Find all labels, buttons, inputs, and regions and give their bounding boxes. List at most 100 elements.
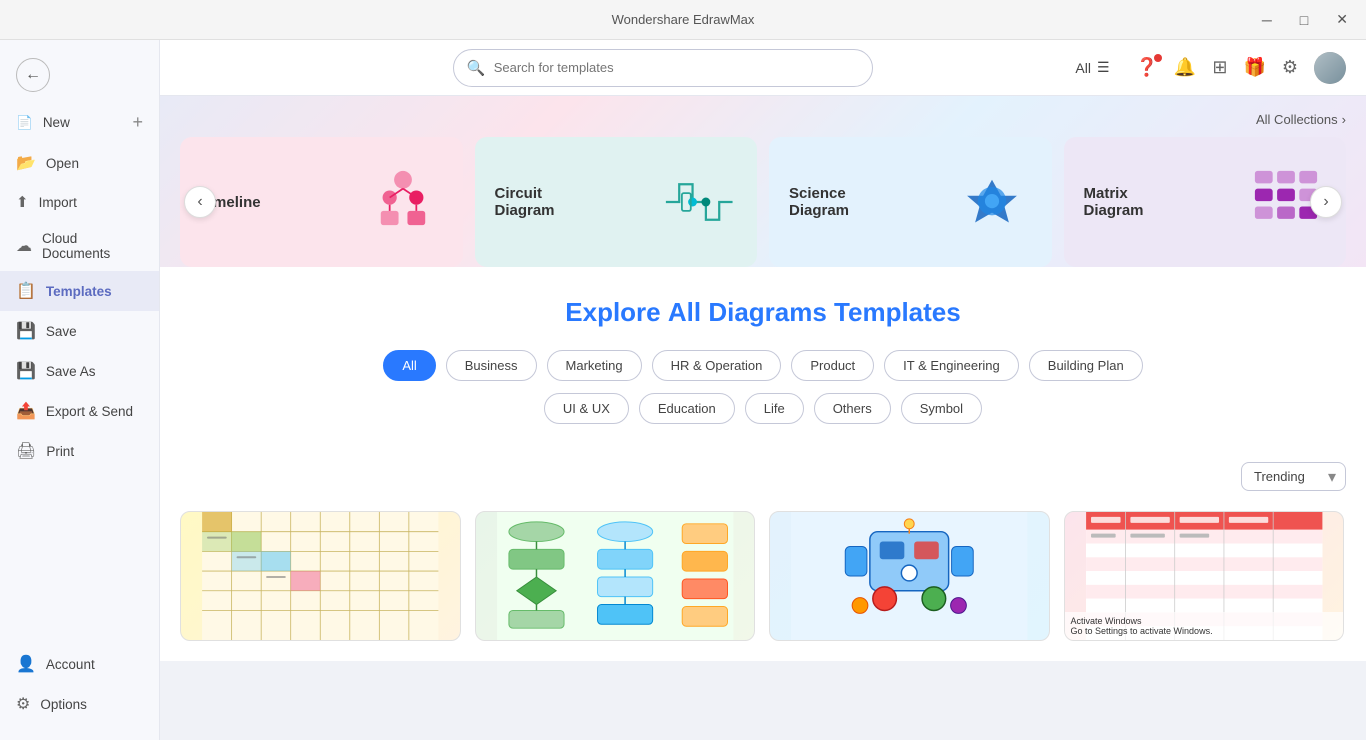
sidebar-spacer bbox=[0, 471, 159, 644]
account-label: Account bbox=[46, 657, 95, 672]
science-graphic bbox=[952, 162, 1032, 242]
sidebar-item-export[interactable]: 📤 Export & Send bbox=[0, 391, 159, 431]
bell-icon: 🔔 bbox=[1174, 57, 1196, 78]
all-collections-label: All Collections bbox=[1256, 112, 1338, 127]
filter-education[interactable]: Education bbox=[639, 393, 735, 424]
carousel-card-timeline[interactable]: Timeline bbox=[180, 137, 463, 267]
sort-wrapper: Trending Newest Most Used bbox=[1241, 462, 1346, 491]
notification-button[interactable]: 🔔 bbox=[1174, 57, 1196, 78]
print-label: Print bbox=[46, 444, 74, 459]
search-icon: 🔍 bbox=[467, 59, 486, 77]
back-button[interactable]: ← bbox=[0, 48, 159, 102]
template-card-2[interactable] bbox=[475, 511, 756, 641]
templates-icon: 📋 bbox=[16, 281, 36, 301]
open-icon: 📂 bbox=[16, 153, 36, 173]
help-button[interactable]: ❓ bbox=[1136, 57, 1158, 78]
save-label: Save bbox=[46, 324, 77, 339]
grid-icon: ⊞ bbox=[1212, 57, 1227, 78]
sidebar-item-templates[interactable]: 📋 Templates bbox=[0, 271, 159, 311]
template-card-1[interactable] bbox=[180, 511, 461, 641]
titlebar-title: Wondershare EdrawMax bbox=[612, 12, 755, 27]
sidebar-item-open[interactable]: 📂 Open bbox=[0, 143, 159, 183]
grid-button[interactable]: ⊞ bbox=[1212, 57, 1227, 78]
help-badge bbox=[1154, 54, 1162, 62]
sidebar-item-options[interactable]: ⚙ Options bbox=[0, 684, 159, 724]
search-bar: 🔍 bbox=[453, 49, 873, 87]
all-menu-button[interactable]: All ☰ bbox=[1065, 53, 1119, 82]
close-button[interactable]: ✕ bbox=[1330, 9, 1354, 30]
filter-all[interactable]: All bbox=[383, 350, 435, 381]
sidebar-bottom: 👤 Account ⚙ Options bbox=[0, 644, 159, 732]
maximize-button[interactable]: □ bbox=[1294, 9, 1314, 30]
print-icon: 🖨 bbox=[16, 441, 36, 461]
templates-label: Templates bbox=[46, 284, 112, 299]
templates-grid: Activate WindowsGo to Settings to activa… bbox=[160, 501, 1366, 661]
explore-section: Explore All Diagrams Templates All Busin… bbox=[160, 267, 1366, 452]
sidebar-item-save[interactable]: 💾 Save bbox=[0, 311, 159, 351]
sidebar-item-print[interactable]: 🖨 Print bbox=[0, 431, 159, 471]
filter-others[interactable]: Others bbox=[814, 393, 891, 424]
sidebar-item-cloud[interactable]: ☁ Cloud Documents bbox=[0, 221, 159, 271]
filter-hr[interactable]: HR & Operation bbox=[652, 350, 782, 381]
hero-section: All Collections › ‹ Timeline bbox=[160, 96, 1366, 267]
filter-uiux[interactable]: UI & UX bbox=[544, 393, 629, 424]
sidebar-item-import[interactable]: ⬆ Import bbox=[0, 183, 159, 221]
filter-row-1: All Business Marketing HR & Operation Pr… bbox=[180, 350, 1346, 381]
toolbar-right-icons: All ☰ ❓ 🔔 ⊞ 🎁 ⚙ bbox=[1065, 52, 1346, 84]
filter-building[interactable]: Building Plan bbox=[1029, 350, 1143, 381]
sidebar-item-account[interactable]: 👤 Account bbox=[0, 644, 159, 684]
sidebar-item-saveas[interactable]: 💾 Save As bbox=[0, 351, 159, 391]
carousel-prev-button[interactable]: ‹ bbox=[184, 186, 216, 218]
sidebar: ← 📄 New + 📂 Open ⬆ Import ☁ Cloud Docume… bbox=[0, 40, 160, 740]
export-icon: 📤 bbox=[16, 401, 36, 421]
new-icon: 📄 bbox=[16, 115, 33, 131]
export-label: Export & Send bbox=[46, 404, 133, 419]
avatar-button[interactable] bbox=[1314, 52, 1346, 84]
settings-button[interactable]: ⚙ bbox=[1282, 57, 1298, 78]
carousel-card-science[interactable]: ScienceDiagram bbox=[769, 137, 1052, 267]
filter-product[interactable]: Product bbox=[791, 350, 874, 381]
chevron-right-icon: › bbox=[1342, 112, 1346, 127]
menu-icon: ☰ bbox=[1097, 59, 1110, 76]
open-label: Open bbox=[46, 156, 79, 171]
minimize-button[interactable]: ─ bbox=[1256, 9, 1278, 30]
sidebar-item-new[interactable]: 📄 New + bbox=[0, 102, 159, 143]
carousel-card-matrix[interactable]: Matrix Diagram bbox=[1064, 137, 1347, 267]
explore-colored: All Diagrams Templates bbox=[668, 297, 961, 327]
settings-icon: ⚙ bbox=[1282, 57, 1298, 78]
account-icon: 👤 bbox=[16, 654, 36, 674]
filter-marketing[interactable]: Marketing bbox=[547, 350, 642, 381]
import-label: Import bbox=[39, 195, 77, 210]
main-content: All Collections › ‹ Timeline bbox=[160, 96, 1366, 740]
toolbar: 🔍 All ☰ ❓ 🔔 ⊞ � bbox=[160, 40, 1366, 96]
sort-select[interactable]: Trending Newest Most Used bbox=[1241, 462, 1346, 491]
carousel-wrapper: ‹ Timeline bbox=[180, 137, 1346, 267]
filter-business[interactable]: Business bbox=[446, 350, 537, 381]
save-icon: 💾 bbox=[16, 321, 36, 341]
filter-it[interactable]: IT & Engineering bbox=[884, 350, 1019, 381]
options-label: Options bbox=[40, 697, 87, 712]
gift-icon: 🎁 bbox=[1243, 57, 1265, 78]
carousel-card-circuit[interactable]: CircuitDiagram bbox=[475, 137, 758, 267]
carousel-next-button[interactable]: › bbox=[1310, 186, 1342, 218]
filter-life[interactable]: Life bbox=[745, 393, 804, 424]
all-label: All bbox=[1075, 60, 1091, 76]
back-icon: ← bbox=[16, 58, 50, 92]
titlebar: Wondershare EdrawMax ─ □ ✕ bbox=[0, 0, 1366, 40]
options-icon: ⚙ bbox=[16, 694, 30, 714]
template-card-4-inner: Activate WindowsGo to Settings to activa… bbox=[1065, 512, 1344, 640]
import-icon: ⬆ bbox=[16, 193, 29, 211]
science-label: ScienceDiagram bbox=[789, 185, 849, 219]
all-collections-link[interactable]: All Collections › bbox=[180, 112, 1346, 127]
template-card-3-inner bbox=[770, 512, 1049, 640]
cloud-label: Cloud Documents bbox=[42, 231, 143, 261]
search-input[interactable] bbox=[453, 49, 873, 87]
filter-symbol[interactable]: Symbol bbox=[901, 393, 982, 424]
template-card-4[interactable]: Activate WindowsGo to Settings to activa… bbox=[1064, 511, 1345, 641]
titlebar-controls: ─ □ ✕ bbox=[1256, 9, 1354, 30]
cloud-icon: ☁ bbox=[16, 236, 32, 256]
activation-overlay: Activate WindowsGo to Settings to activa… bbox=[1065, 612, 1344, 640]
template-card-3[interactable] bbox=[769, 511, 1050, 641]
gift-button[interactable]: 🎁 bbox=[1243, 57, 1265, 78]
plus-icon: + bbox=[132, 112, 143, 133]
